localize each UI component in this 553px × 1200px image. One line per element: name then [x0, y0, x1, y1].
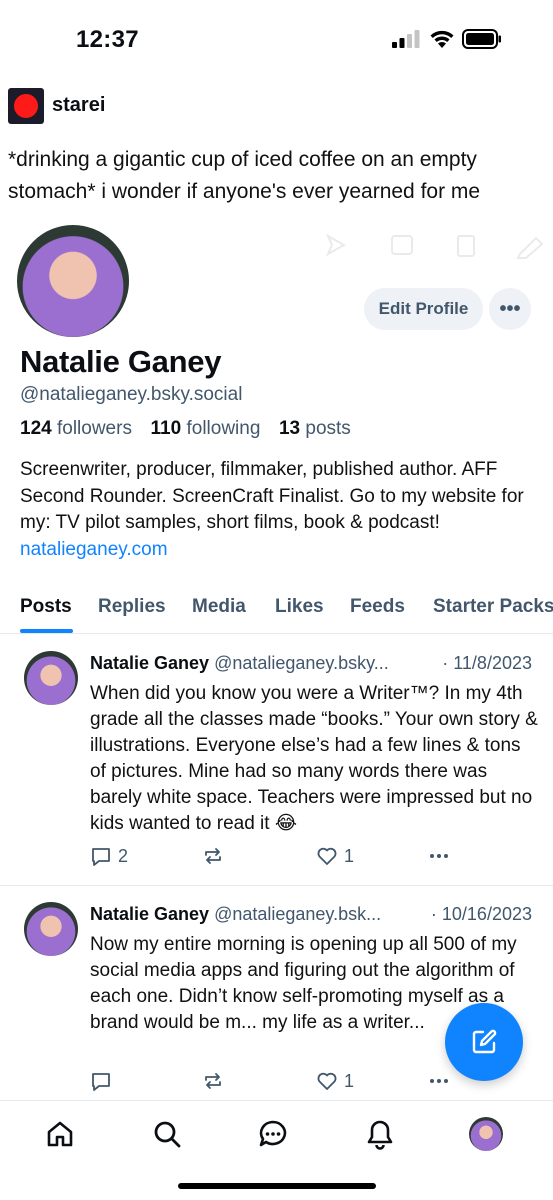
repost-button[interactable]	[202, 1070, 224, 1092]
nav-chat[interactable]	[256, 1117, 290, 1151]
display-name: Natalie Ganey	[20, 344, 222, 379]
tab-posts[interactable]: Posts	[20, 596, 72, 618]
post-more-button[interactable]	[428, 1070, 450, 1092]
cellular-signal-icon	[392, 30, 420, 48]
compose-icon	[472, 1029, 497, 1054]
faded-toolbar-icons	[325, 233, 544, 259]
post-actions: 2 1	[90, 845, 540, 871]
status-time: 12:37	[76, 26, 139, 53]
top-post-avatar	[8, 88, 44, 124]
like-button[interactable]: 1	[316, 845, 354, 867]
repost-icon	[205, 848, 221, 864]
nav-notifications[interactable]	[363, 1117, 397, 1151]
like-count: 1	[344, 1070, 355, 1091]
post-meta: Natalie Ganey @natalieganey.bsky... · 11…	[90, 653, 538, 674]
compose-button[interactable]	[445, 1003, 523, 1081]
profile-bio: Screenwriter, producer, filmmaker, publi…	[20, 457, 540, 563]
post-author-name[interactable]: Natalie Ganey	[90, 904, 209, 924]
top-post-username: starei	[52, 94, 106, 116]
home-icon	[47, 1121, 73, 1147]
bell-icon	[367, 1120, 393, 1150]
like-icon	[317, 1072, 337, 1090]
active-tab-indicator	[20, 629, 73, 633]
search-icon	[154, 1121, 181, 1148]
post-avatar[interactable]	[24, 902, 78, 956]
nav-profile[interactable]	[469, 1117, 503, 1151]
reply-count: 2	[118, 845, 129, 866]
reply-icon	[92, 848, 110, 866]
profile-avatar[interactable]	[14, 222, 132, 340]
post-date: · 10/16/2023	[426, 904, 532, 925]
posts-count: 13 posts	[278, 418, 351, 439]
repost-button[interactable]	[202, 845, 224, 867]
post-meta: Natalie Ganey @natalieganey.bsk... · 10/…	[90, 904, 538, 925]
like-count: 1	[344, 845, 355, 866]
post-date: · 11/8/2023	[438, 653, 532, 674]
post-avatar[interactable]	[24, 651, 78, 705]
reply-button[interactable]: 2	[90, 845, 128, 867]
profile-handle: @natalieganey.bsky.social	[20, 384, 243, 405]
profile-more-button[interactable]: •••	[489, 288, 531, 330]
tab-starter-packs[interactable]: Starter Packs	[433, 596, 553, 618]
post-author-handle: @natalieganey.bsky...	[214, 653, 389, 673]
edit-profile-button[interactable]: Edit Profile	[364, 288, 483, 330]
tab-feeds[interactable]: Feeds	[350, 596, 405, 618]
post-author-name[interactable]: Natalie Ganey	[90, 653, 209, 673]
repost-icon	[205, 1073, 221, 1089]
more-icon	[430, 854, 448, 858]
reply-icon	[92, 1073, 110, 1091]
like-icon	[317, 847, 337, 865]
post-author-handle: @natalieganey.bsk...	[214, 904, 382, 924]
overlay-post: starei *drinking a gigantic cup of iced …	[0, 86, 553, 214]
reply-button[interactable]	[90, 1070, 112, 1092]
wifi-icon	[430, 30, 454, 48]
home-indicator	[178, 1183, 376, 1189]
nav-search[interactable]	[150, 1117, 184, 1151]
nav-home[interactable]	[43, 1117, 77, 1151]
top-post-text: *drinking a gigantic cup of iced coffee …	[8, 148, 481, 203]
tab-media[interactable]: Media	[192, 596, 246, 618]
tab-replies[interactable]: Replies	[98, 596, 166, 618]
post-more-button[interactable]	[428, 845, 450, 867]
like-button[interactable]: 1	[316, 1070, 354, 1092]
battery-icon	[462, 29, 501, 49]
followers-link[interactable]: 124 followers	[20, 418, 132, 439]
status-bar: 12:37	[0, 0, 553, 80]
tab-likes[interactable]: Likes	[275, 596, 324, 618]
nav-profile-avatar	[469, 1117, 503, 1151]
more-icon	[430, 1079, 448, 1083]
website-link[interactable]: natalieganey.com	[20, 539, 168, 560]
chat-icon	[259, 1120, 287, 1147]
bio-text: Screenwriter, producer, filmmaker, publi…	[20, 459, 524, 533]
profile-tabs: Posts Replies Media Likes Feeds Starter …	[0, 588, 553, 634]
profile-stats: 124 followers 110 following 13 posts	[20, 418, 351, 440]
feed-post[interactable]: Natalie Ganey @natalieganey.bsky... · 11…	[0, 635, 553, 886]
post-text: When did you know you were a Writer™? In…	[90, 683, 538, 834]
following-link[interactable]: 110 following	[151, 418, 261, 439]
